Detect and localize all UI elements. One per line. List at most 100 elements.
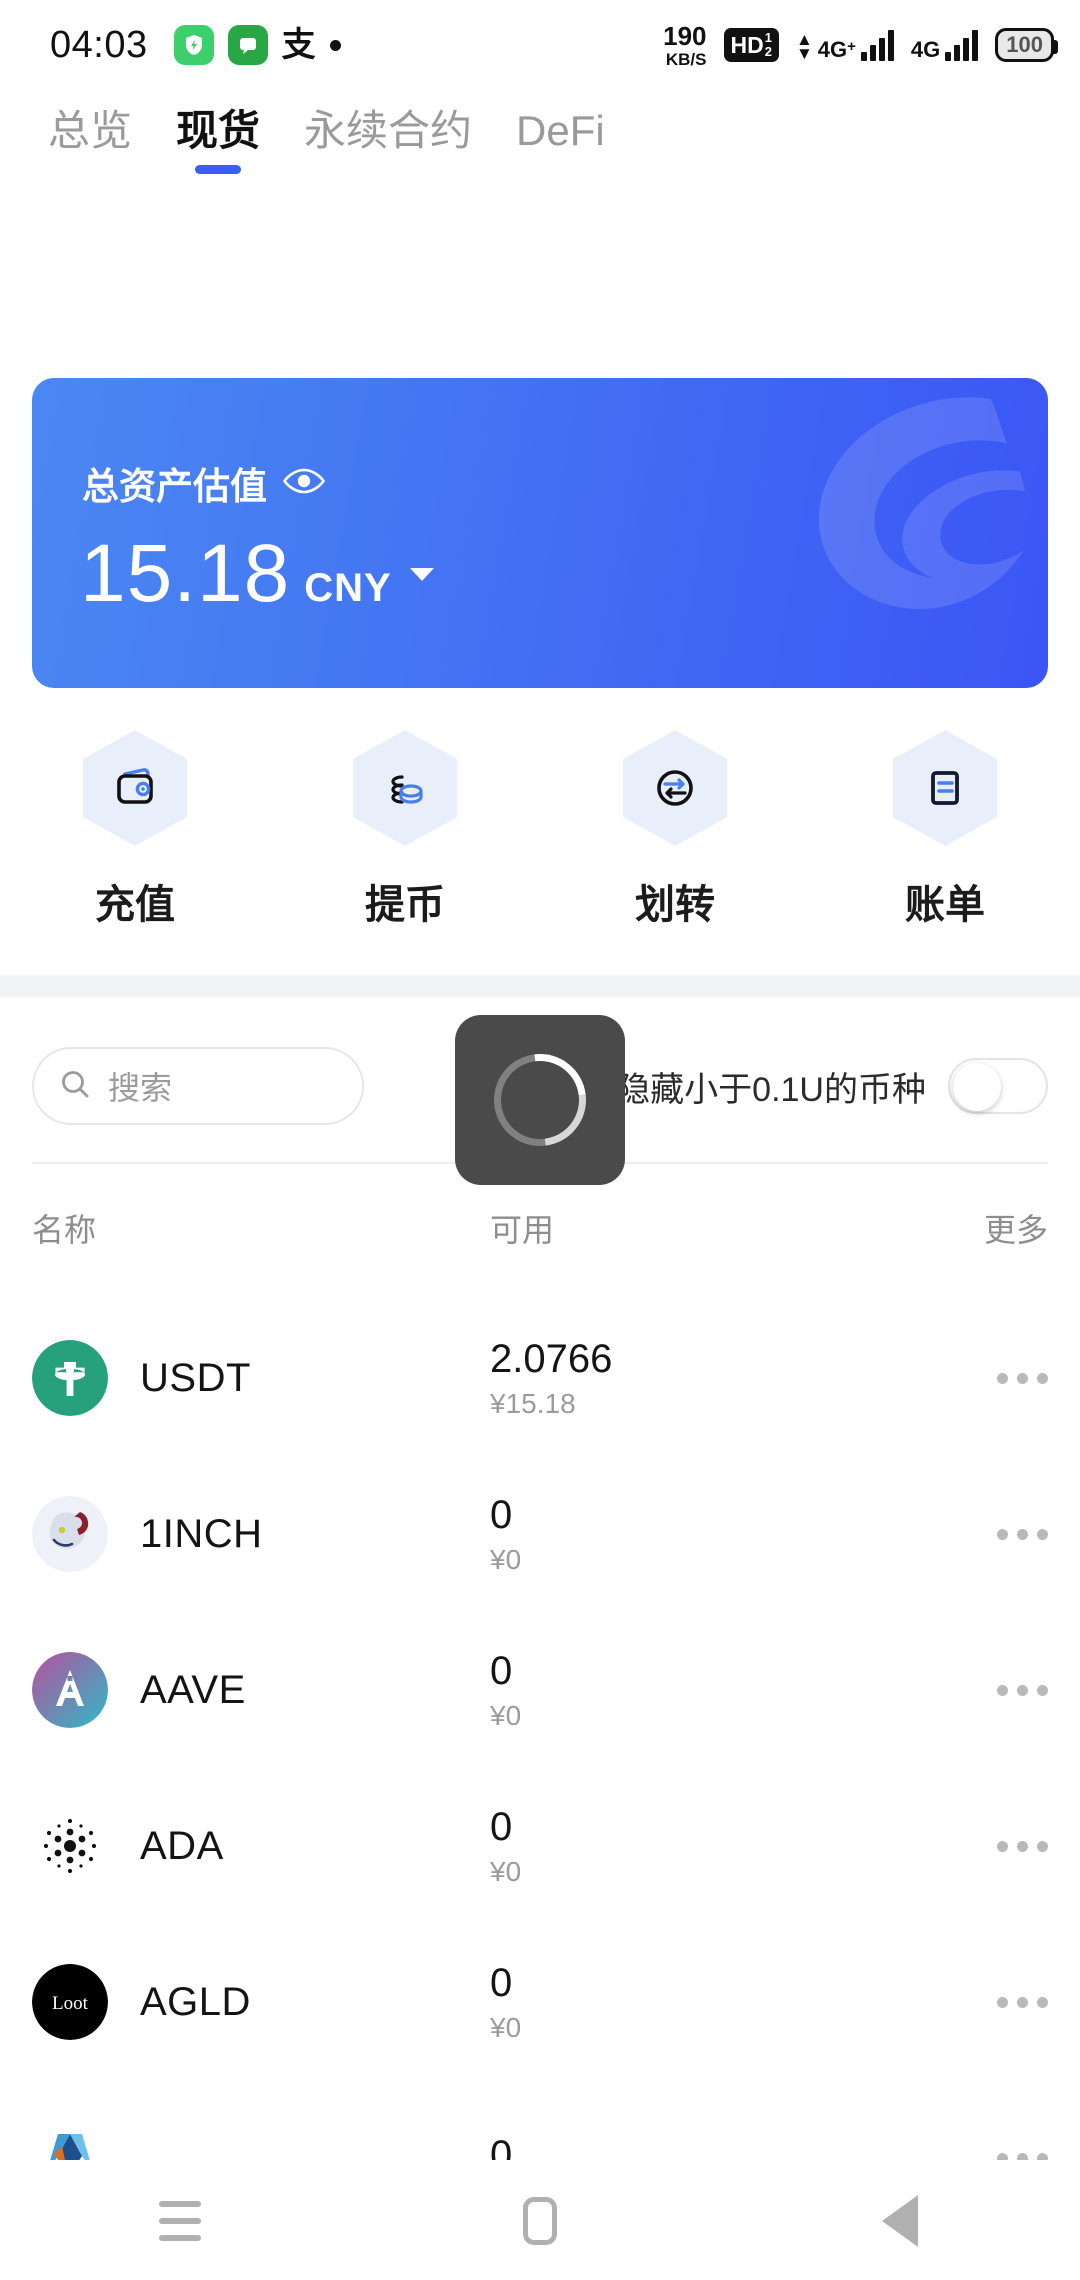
home-button[interactable] [360,2197,720,2245]
table-row[interactable]: Loot AGLD 0 ¥0 [0,1924,1080,2080]
tab-overview[interactable]: 总览 [26,110,154,152]
row-more-icon[interactable] [997,1840,1048,1852]
column-header-name: 名称 [32,1212,97,1248]
row-symbol: AGLD [140,1979,251,2024]
hide-small-balances-control[interactable]: 隐藏小于0.1U的币种 [616,1058,1048,1114]
loading-overlay [455,1015,625,1185]
hd-sim-den: 2 [764,44,772,59]
status-bar: 04:03 支 190 KB/S HD 1 2 ▲ ▼ 4G + 4G 100 [0,0,1080,90]
row-more-icon[interactable] [997,1528,1048,1540]
status-bar-notification-icons: 支 [173,25,341,65]
sim1-signal-icon: ▲ ▼ 4G + [795,29,894,63]
tab-perpetual[interactable]: 永续合约 [282,110,494,152]
action-bills-label: 账单 [905,883,985,927]
back-button[interactable] [720,2195,1080,2247]
row-symbol: AAVE [140,1667,246,1712]
network-speed-value: 190 [663,20,707,51]
asset-list[interactable]: USDT 2.0766 ¥15.18 1INCH 0 ¥0 AAVE 0 ¥0 … [0,1300,1080,2160]
action-withdraw-label: 提币 [365,883,445,927]
recents-icon [159,2201,201,2241]
row-fiat: ¥0 [490,1855,522,1887]
tab-spot[interactable]: 现货 [154,107,282,174]
network-speed-indicator: 190 KB/S [663,23,706,68]
table-row[interactable]: USDT 2.0766 ¥15.18 [0,1300,1080,1456]
row-available: 2.0766 [490,1336,613,1381]
row-fiat: ¥0 [490,2011,522,2043]
action-transfer-label: 划转 [635,883,715,927]
row-more-icon[interactable] [997,2152,1048,2160]
row-symbol: ADA [140,1823,224,1868]
app-screen: 04:03 支 190 KB/S HD 1 2 ▲ ▼ 4G + 4G 100 … [0,0,1080,2280]
back-icon [882,2195,918,2247]
row-more-icon[interactable] [997,1684,1048,1696]
action-deposit[interactable]: 充值 [0,730,270,930]
akro-token-icon [32,2120,108,2160]
loading-spinner [475,1035,605,1165]
ada-token-icon [32,1808,108,1884]
row-fiat: ¥0 [490,1699,522,1731]
row-more-icon[interactable] [997,1996,1048,2008]
hd-label: HD [730,31,764,58]
tab-defi-label: DeFi [516,107,605,154]
total-assets-amount-row[interactable]: 15.18 CNY [80,533,434,615]
hide-small-balances-toggle[interactable] [948,1058,1048,1114]
row-values: 0 ¥0 [490,1493,521,1576]
row-available: 0 [490,1960,513,2005]
hide-small-balances-label: 隐藏小于0.1U的币种 [616,1070,926,1109]
agld-token-icon: Loot [32,1964,108,2040]
network-speed-unit: KB/S [665,49,707,69]
shield-app-icon [173,25,214,65]
recents-button[interactable] [0,2201,360,2241]
table-row[interactable]: 1INCH 0 ¥0 [0,1456,1080,1612]
sim2-signal-bars [945,29,979,61]
sim2-signal-icon: 4G [910,29,979,62]
chevron-down-icon[interactable] [409,567,434,581]
search-icon [58,1067,92,1106]
action-transfer[interactable]: 划转 [540,730,810,930]
table-row[interactable]: AAVE 0 ¥0 [0,1612,1080,1768]
row-values: 0 [490,2133,512,2161]
eye-icon[interactable] [282,467,326,500]
action-deposit-label: 充值 [95,883,175,927]
total-assets-card[interactable]: 总资产估值 15.18 CNY [32,378,1048,688]
tab-defi[interactable]: DeFi [494,110,627,152]
section-divider [0,975,1080,997]
row-available: 0 [490,1492,513,1537]
row-fiat: ¥15.18 [490,1387,576,1419]
row-more-icon[interactable] [997,1372,1048,1384]
data-transfer-arrows-icon: ▲ ▼ [795,30,813,63]
status-bar-system-icons: 190 KB/S HD 1 2 ▲ ▼ 4G + 4G 100 [663,23,1058,68]
document-bill-icon [893,730,997,846]
column-header-available: 可用 [490,1212,555,1248]
search-placeholder: 搜索 [108,1070,173,1106]
action-bills[interactable]: 账单 [810,730,1080,930]
tab-spot-label: 现货 [176,107,261,154]
action-withdraw[interactable]: 提币 [270,730,540,930]
tab-perpetual-label: 永续合约 [304,107,473,154]
alipay-glyph: 支 [281,26,316,64]
row-available: 0 [490,1648,513,1693]
currency-code: CNY [304,566,392,610]
row-symbol: 1INCH [140,1511,263,1556]
hd-voice-icon: HD 1 2 [723,28,779,62]
row-values: 0 ¥0 [490,1961,521,2044]
svg-text:Loot: Loot [52,1993,89,2014]
asset-table-header: 名称 可用 更多 [0,1205,1080,1275]
row-symbol: USDT [140,1355,251,1400]
android-navigation-bar [0,2162,1080,2280]
row-fiat: ¥0 [490,1543,522,1575]
total-assets-label-row: 总资产估值 [82,456,326,510]
usdt-token-icon [32,1340,108,1416]
table-row[interactable]: ADA 0 ¥0 [0,1768,1080,1924]
sim2-network-type: 4G [910,36,941,62]
coins-withdraw-icon [353,730,457,846]
1inch-token-icon [32,1496,108,1572]
column-header-more: 更多 [983,1212,1048,1248]
transfer-arrows-icon [623,730,727,846]
toggle-knob [953,1063,1001,1111]
row-values: 0 ¥0 [490,1805,521,1888]
search-input[interactable]: 搜索 [32,1047,364,1125]
table-row[interactable]: 0 [0,2080,1080,2160]
brand-logo-watermark [818,397,1026,609]
row-values: 2.0766 ¥15.18 [490,1337,612,1420]
